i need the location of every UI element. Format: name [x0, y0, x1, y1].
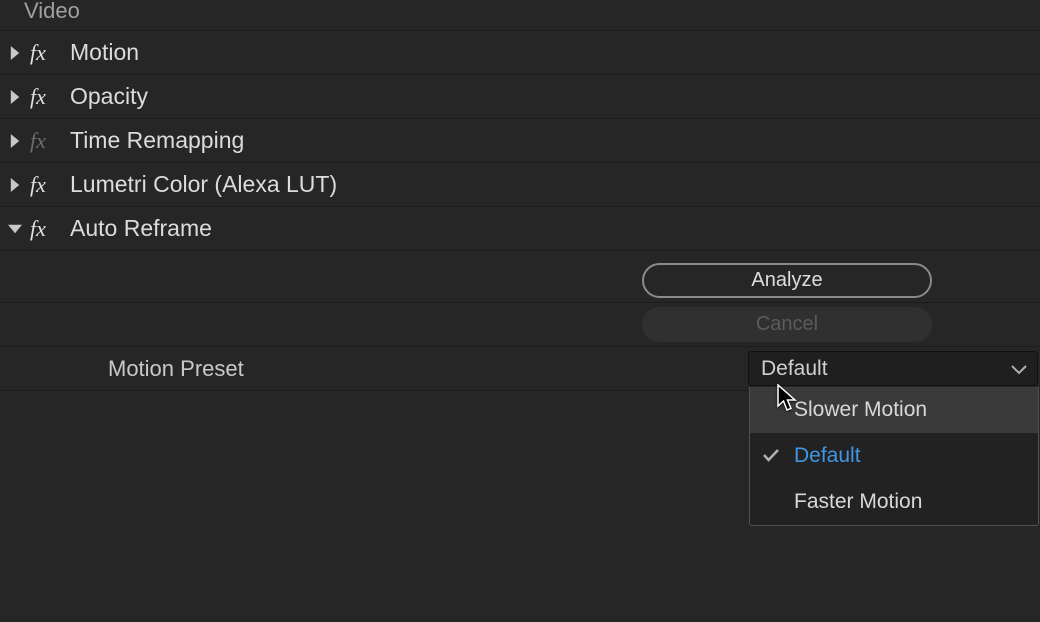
fx-badge[interactable]: fx [30, 84, 70, 110]
dropdown-value: Default [761, 357, 828, 381]
fx-badge[interactable]: fx [30, 216, 70, 242]
chevron-right-icon[interactable] [0, 178, 30, 192]
motion-preset-label: Motion Preset [108, 356, 748, 382]
dropdown-option-faster-motion[interactable]: Faster Motion [750, 479, 1038, 525]
fx-badge[interactable]: fx [30, 128, 70, 154]
fx-badge[interactable]: fx [30, 40, 70, 66]
effect-row-time-remapping[interactable]: fx Time Remapping [0, 119, 1040, 163]
video-section-label: Video [0, 0, 1040, 31]
analyze-button[interactable]: Analyze [642, 263, 932, 298]
chevron-right-icon[interactable] [0, 90, 30, 104]
effect-row-lumetri-color[interactable]: fx Lumetri Color (Alexa LUT) [0, 163, 1040, 207]
effect-row-auto-reframe[interactable]: fx Auto Reframe [0, 207, 1040, 251]
chevron-down-icon [1011, 357, 1027, 381]
chevron-right-icon[interactable] [0, 46, 30, 60]
option-label: Default [794, 444, 861, 468]
effect-name: Time Remapping [70, 127, 244, 154]
fx-badge[interactable]: fx [30, 172, 70, 198]
dropdown-option-default[interactable]: Default [750, 433, 1038, 479]
check-icon [762, 444, 780, 468]
option-label: Faster Motion [794, 490, 922, 514]
dropdown-option-slower-motion[interactable]: Slower Motion [750, 387, 1038, 433]
chevron-right-icon[interactable] [0, 134, 30, 148]
effect-name: Lumetri Color (Alexa LUT) [70, 171, 337, 198]
chevron-down-icon[interactable] [0, 222, 30, 236]
cancel-button: Cancel [642, 307, 932, 342]
effect-name: Auto Reframe [70, 215, 212, 242]
effect-row-motion[interactable]: fx Motion [0, 31, 1040, 75]
option-label: Slower Motion [794, 398, 927, 422]
effect-name: Opacity [70, 83, 148, 110]
effect-row-opacity[interactable]: fx Opacity [0, 75, 1040, 119]
motion-preset-dropdown[interactable]: Default Slower Motion Default Faster Mot… [748, 351, 1038, 386]
motion-preset-options: Slower Motion Default Faster Motion [749, 387, 1039, 526]
effect-name: Motion [70, 39, 139, 66]
